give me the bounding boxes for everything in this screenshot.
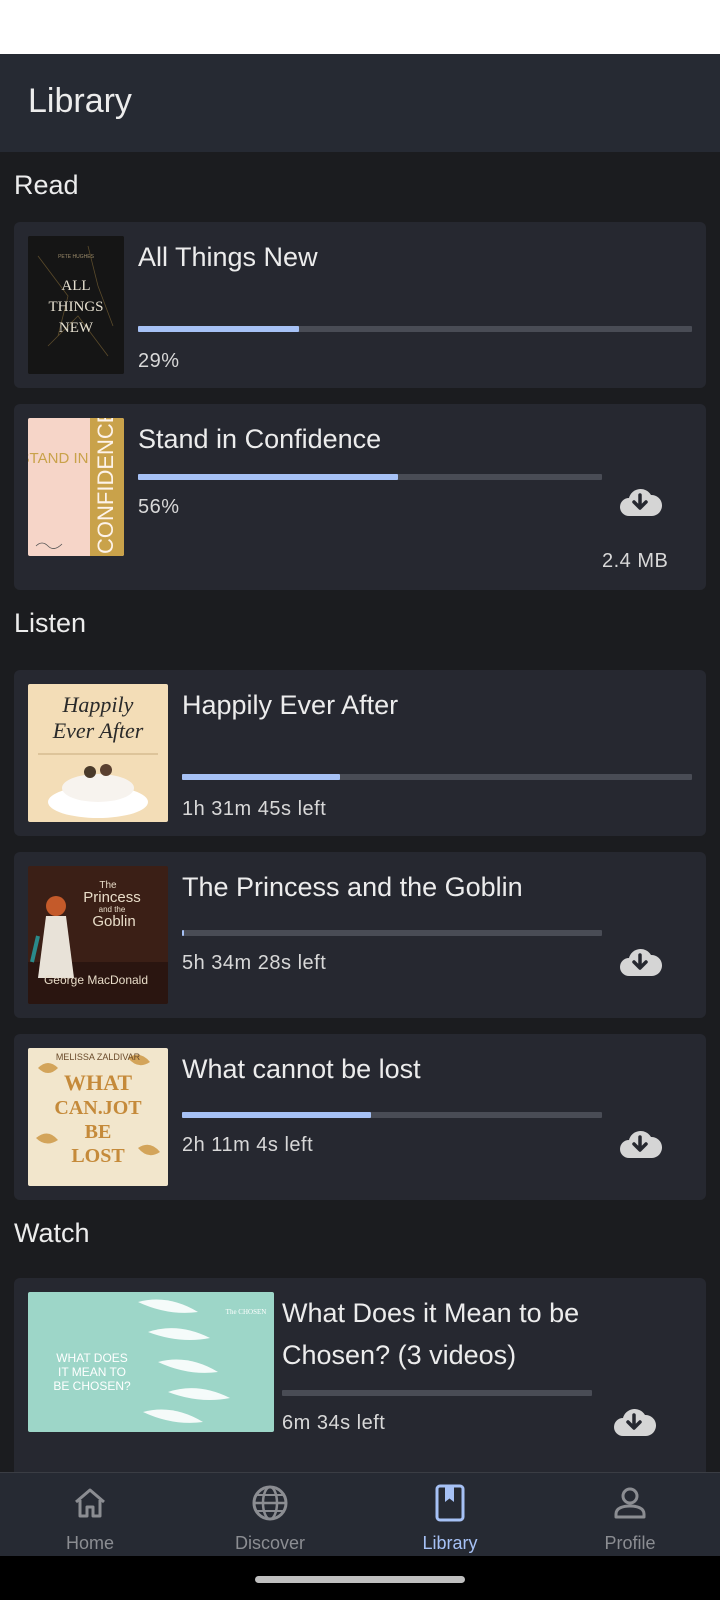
nav-item-library[interactable]: Library	[360, 1473, 540, 1557]
svg-text:BE: BE	[85, 1121, 112, 1143]
svg-text:The CHOSEN: The CHOSEN	[226, 1308, 267, 1316]
svg-text:IT MEAN TO: IT MEAN TO	[58, 1365, 126, 1379]
library-item-princess-and-goblin[interactable]: The Princess and the Goblin George MacDo…	[14, 852, 706, 1018]
progress-fill	[182, 1112, 371, 1118]
status-bar	[0, 0, 720, 54]
cover-author: PETE HUGHES	[58, 254, 95, 260]
progress-bar	[182, 1112, 602, 1118]
audiobook-cover-happily-ever-after: Happily Ever After	[28, 684, 168, 822]
nav-label: Home	[65, 1533, 114, 1553]
video-cover-chosen: WHAT DOES IT MEAN TO BE CHOSEN? The CHOS…	[28, 1292, 274, 1432]
progress-bar	[138, 474, 602, 480]
svg-text:THINGS: THINGS	[49, 299, 104, 315]
nav-item-discover[interactable]: Discover	[180, 1473, 360, 1557]
progress-fill	[138, 474, 398, 480]
svg-text:Ever After: Ever After	[52, 718, 144, 743]
progress-fill	[138, 326, 299, 332]
svg-text:Happily: Happily	[62, 692, 134, 717]
nav-label: Discover	[234, 1533, 305, 1553]
progress-percent: 56%	[138, 496, 180, 518]
home-gesture-handle[interactable]	[255, 1576, 465, 1583]
item-title: Happily Ever After	[182, 690, 399, 720]
bottom-navigation: Home Discover Library Profile	[0, 1472, 720, 1557]
time-left: 5h 34m 28s left	[182, 952, 327, 974]
svg-text:Goblin: Goblin	[92, 913, 135, 930]
library-item-what-cannot-be-lost[interactable]: MELISSA ZALDIVAR WHAT CAN.JOT BE LOST Wh…	[14, 1034, 706, 1200]
bookmark-book-icon	[435, 1484, 465, 1522]
svg-text:NEW: NEW	[59, 320, 94, 336]
section-title-watch: Watch	[14, 1218, 90, 1248]
book-cover-stand-in-confidence: STAND IN CONFIDENCE	[28, 418, 124, 556]
progress-bar	[182, 774, 692, 780]
home-icon	[75, 1488, 105, 1518]
download-cloud-icon[interactable]	[618, 484, 662, 520]
svg-text:George MacDonald: George MacDonald	[44, 973, 148, 987]
progress-fill	[182, 774, 341, 780]
progress-bar	[138, 326, 692, 332]
progress-fill	[182, 930, 185, 936]
time-left: 2h 11m 4s left	[182, 1134, 314, 1156]
download-cloud-icon[interactable]	[618, 944, 662, 980]
section-title-read: Read	[14, 170, 79, 200]
progress-bar	[282, 1390, 592, 1396]
item-title: All Things New	[138, 242, 318, 272]
library-item-stand-in-confidence[interactable]: STAND IN CONFIDENCE Stand in Confidence …	[14, 404, 706, 590]
download-cloud-icon[interactable]	[618, 1126, 662, 1162]
library-content[interactable]: Read PETE HUGHES ALL THINGS NEW All Thin…	[0, 152, 720, 1472]
nav-item-home[interactable]: Home	[0, 1473, 180, 1557]
svg-text:WHAT: WHAT	[64, 1070, 132, 1095]
person-icon	[614, 1487, 646, 1519]
item-title: What Does it Mean to be Chosen? (3 video…	[282, 1298, 580, 1370]
svg-text:ALL: ALL	[61, 278, 90, 294]
progress-bar	[182, 930, 602, 936]
nav-label: Profile	[604, 1533, 656, 1553]
audiobook-cover-princess-and-goblin: The Princess and the Goblin George MacDo…	[28, 866, 168, 1004]
globe-icon	[252, 1485, 288, 1521]
time-left: 1h 31m 45s left	[182, 798, 327, 820]
item-title: The Princess and the Goblin	[182, 872, 523, 902]
svg-text:LOST: LOST	[71, 1145, 125, 1167]
item-title: What cannot be lost	[182, 1054, 421, 1084]
svg-text:CAN.JOT: CAN.JOT	[54, 1097, 142, 1119]
nav-item-profile[interactable]: Profile	[540, 1473, 720, 1557]
audiobook-cover-what-cannot-be-lost: MELISSA ZALDIVAR WHAT CAN.JOT BE LOST	[28, 1048, 168, 1186]
svg-text:MELISSA ZALDIVAR: MELISSA ZALDIVAR	[56, 1052, 141, 1062]
file-size: 2.4 MB	[602, 550, 669, 572]
app-bar: Library	[0, 54, 720, 152]
library-item-all-things-new[interactable]: PETE HUGHES ALL THINGS NEW All Things Ne…	[14, 222, 706, 388]
progress-percent: 29%	[138, 350, 180, 372]
svg-text:STAND IN: STAND IN	[28, 450, 88, 467]
time-left: 6m 34s left	[282, 1412, 386, 1434]
svg-text:WHAT DOES: WHAT DOES	[56, 1351, 128, 1365]
gesture-bar	[0, 1556, 720, 1600]
svg-text:CONFIDENCE: CONFIDENCE	[93, 418, 118, 554]
svg-text:Princess: Princess	[83, 889, 141, 906]
page-title: Library	[28, 82, 132, 120]
book-cover-all-things-new: PETE HUGHES ALL THINGS NEW	[28, 236, 124, 374]
download-cloud-icon[interactable]	[612, 1404, 656, 1440]
item-title: Stand in Confidence	[138, 424, 382, 454]
section-title-listen: Listen	[14, 608, 87, 638]
library-item-what-does-it-mean-to-be-chosen[interactable]: WHAT DOES IT MEAN TO BE CHOSEN? The CHOS…	[14, 1278, 706, 1472]
library-item-happily-ever-after[interactable]: Happily Ever After Happily Ever After 1h…	[14, 670, 706, 836]
svg-text:BE CHOSEN?: BE CHOSEN?	[53, 1379, 131, 1393]
nav-label: Library	[422, 1533, 478, 1553]
